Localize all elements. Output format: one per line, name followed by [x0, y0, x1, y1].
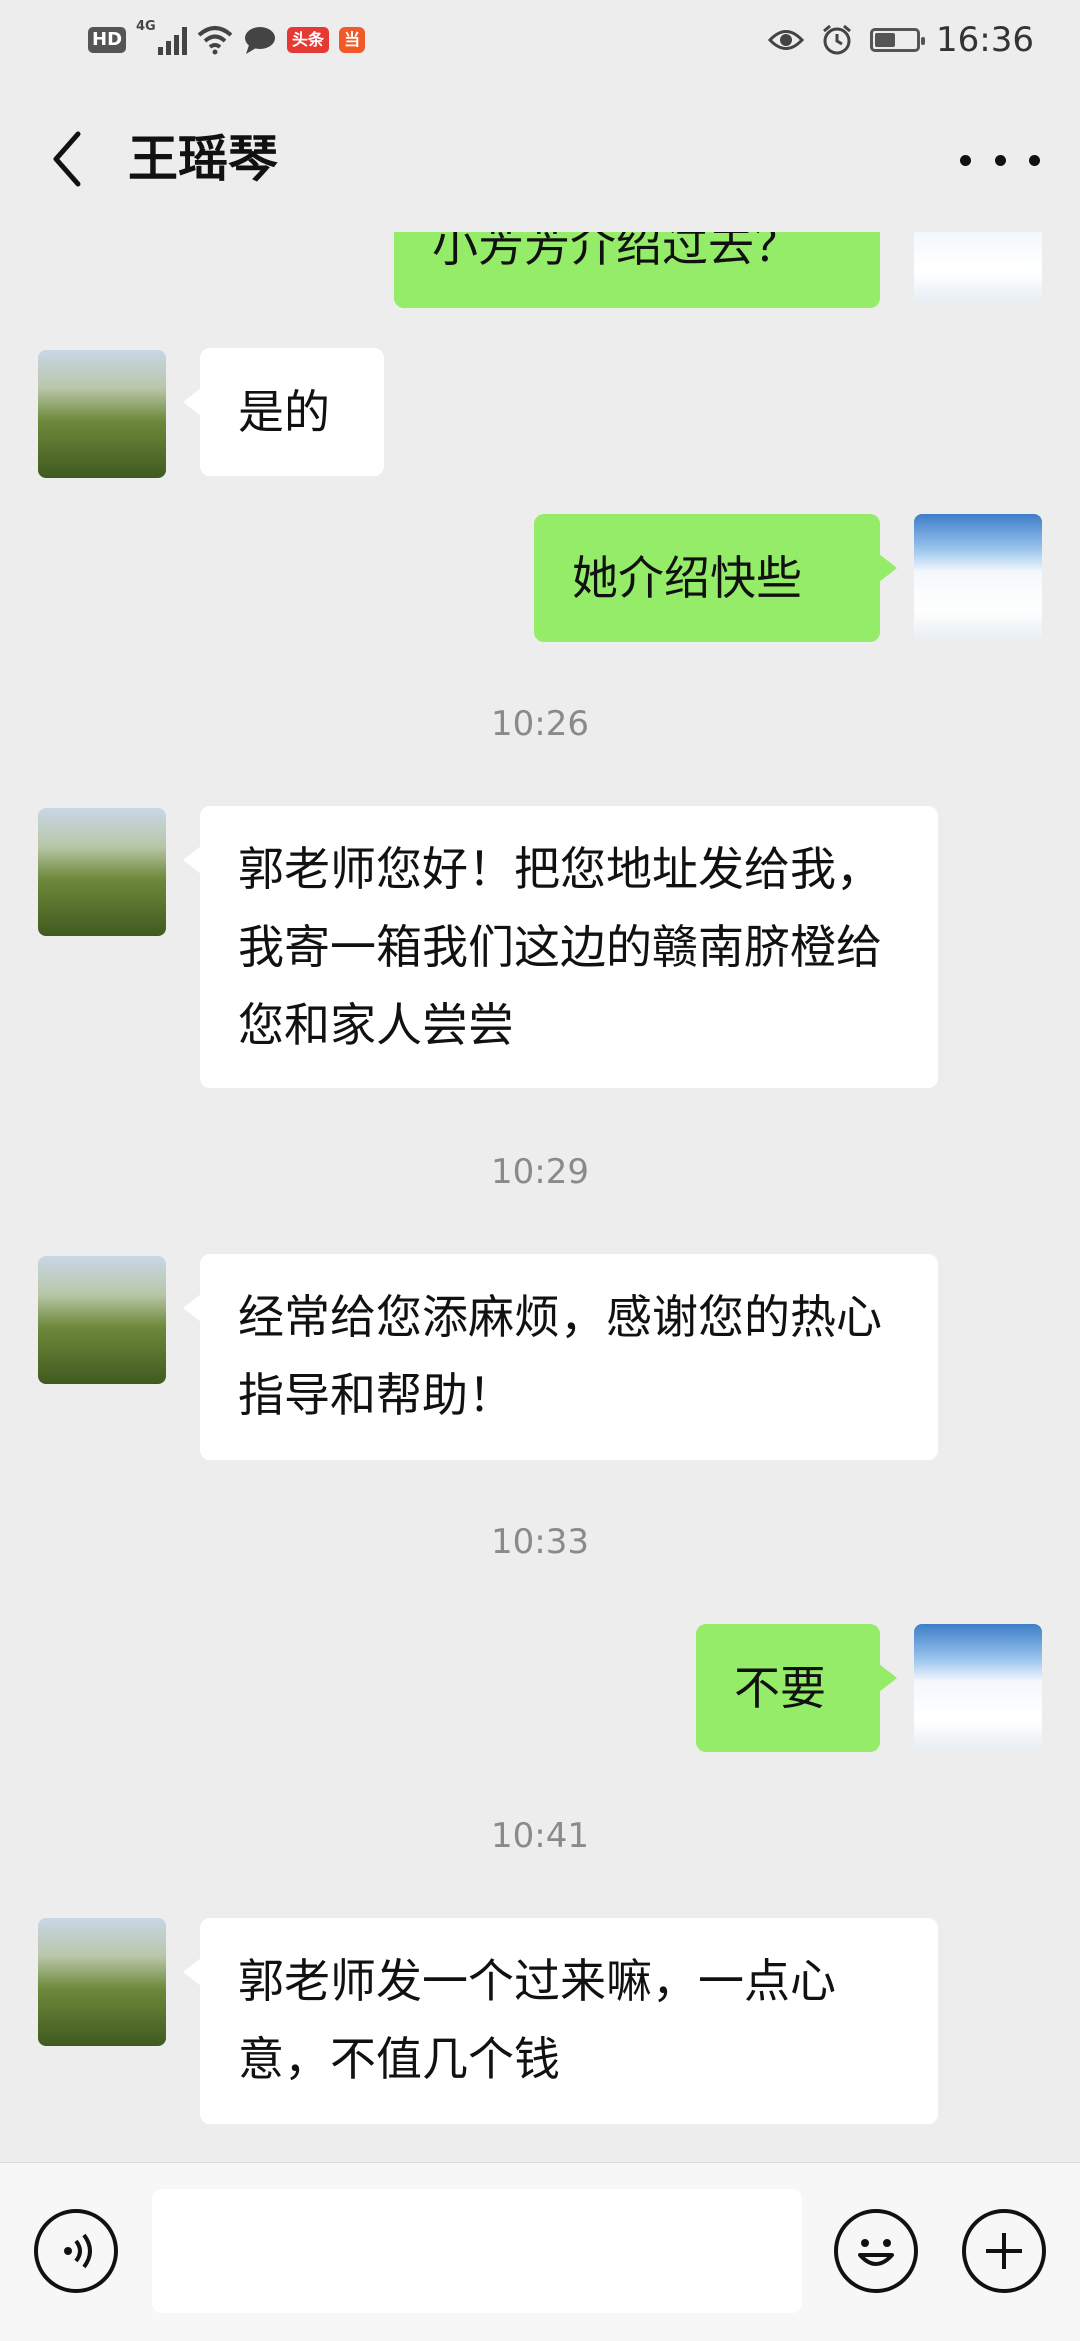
battery-icon: [870, 28, 926, 52]
contact-avatar[interactable]: [38, 350, 166, 478]
self-avatar[interactable]: [914, 1624, 1042, 1752]
add-more-icon[interactable]: [962, 2209, 1046, 2293]
dangdang-icon: 当: [339, 27, 366, 53]
self-avatar[interactable]: [914, 514, 1042, 642]
wifi-icon: [197, 26, 233, 55]
message-icon: [245, 27, 276, 54]
emoji-icon[interactable]: [834, 2209, 918, 2293]
contact-avatar[interactable]: [38, 1256, 166, 1384]
message-bubble[interactable]: 是的: [183, 348, 384, 476]
status-time: 16:36: [936, 20, 1034, 60]
contact-avatar[interactable]: [38, 1918, 166, 2046]
timestamp: 10:26: [491, 704, 589, 744]
contact-avatar[interactable]: [38, 808, 166, 936]
hd-icon: HD: [88, 27, 127, 53]
timestamp: 10:29: [491, 1152, 589, 1192]
alarm-icon: [823, 24, 851, 55]
message-input[interactable]: [152, 2189, 802, 2313]
more-options-icon[interactable]: [960, 132, 1040, 188]
eye-comfort-icon: [768, 30, 805, 50]
back-arrow-icon[interactable]: [40, 124, 100, 194]
input-bar: [0, 2162, 1080, 2341]
voice-input-icon[interactable]: [34, 2209, 118, 2293]
network-type-label: 4G: [136, 19, 156, 34]
chat-title: 王瑶琴: [128, 130, 278, 188]
timestamp: 10:41: [491, 1816, 589, 1856]
message-bubble[interactable]: 郭老师发一个过来嘛，一点心意，不值几个钱: [183, 1918, 938, 2124]
message-bubble[interactable]: 小芳芳介绍过去？: [394, 232, 880, 308]
timestamp: 10:33: [491, 1522, 589, 1562]
status-bar: HD 4G 头条 当 16:36: [0, 0, 1080, 80]
message-bubble[interactable]: 经常给您添麻烦，感谢您的热心指导和帮助！: [183, 1254, 938, 1460]
chat-message-list[interactable]: 小芳芳介绍过去？ 是的 她介绍快些 10:26 郭老师您好！把您地址发给我，我寄…: [0, 232, 1080, 2162]
self-avatar[interactable]: [914, 232, 1042, 304]
status-left-icons: HD 4G 头条 当: [88, 19, 366, 58]
message-bubble[interactable]: 郭老师您好！把您地址发给我，我寄一箱我们这边的赣南脐橙给您和家人尝尝: [183, 806, 938, 1088]
chat-header: 王瑶琴: [0, 80, 1080, 232]
message-bubble[interactable]: 不要: [696, 1624, 897, 1752]
message-bubble[interactable]: 她介绍快些: [534, 514, 897, 642]
signal-4g-icon: 4G: [136, 19, 188, 55]
status-right-icons: 16:36: [768, 18, 1034, 62]
toutiao-icon: 头条: [287, 27, 330, 53]
